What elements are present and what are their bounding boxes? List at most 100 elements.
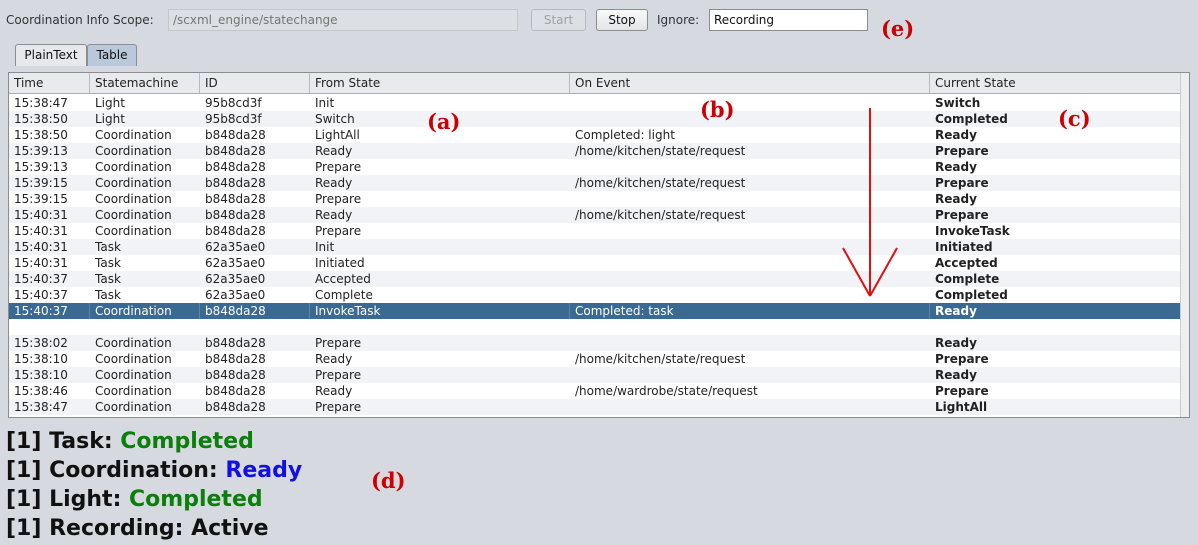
table-row[interactable]: 15:38:50 Light 95b8cd3f Switch Completed bbox=[9, 111, 1189, 127]
cell-time: 15:39:15 bbox=[14, 192, 68, 206]
status-line-task: [1] Task: Completed bbox=[6, 428, 254, 456]
cell-id: 62a35ae0 bbox=[205, 256, 266, 270]
ignore-input[interactable] bbox=[709, 9, 868, 31]
cell-time: 15:38:46 bbox=[14, 384, 68, 398]
table-row[interactable]: 15:38:47 Coordination b848da28 Prepare Light… bbox=[9, 399, 1189, 415]
cell-current-state: Completed bbox=[935, 288, 1008, 302]
table-row[interactable]: 15:40:37 Task 62a35ae0 Complete Completed bbox=[9, 287, 1189, 303]
annotation-c: (c) bbox=[1058, 106, 1091, 131]
cell-from-state: Complete bbox=[315, 288, 373, 302]
cell-statemachine: Task bbox=[95, 256, 121, 270]
table-row[interactable]: 15:40:31 Task 62a35ae0 Initiated Accepted bbox=[9, 255, 1189, 271]
stop-button[interactable]: Stop bbox=[596, 9, 648, 31]
annotation-e: (e) bbox=[881, 16, 915, 41]
cell-statemachine: Coordination bbox=[95, 128, 172, 142]
table-row[interactable]: 15:38:10 Coordination b848da28 Ready/home/k… bbox=[9, 351, 1189, 367]
status-prefix: [1] Task: bbox=[6, 429, 121, 454]
cell-id: 62a35ae0 bbox=[205, 272, 266, 286]
status-value: Completed bbox=[129, 487, 263, 512]
cell-from-state: Ready bbox=[315, 176, 353, 190]
cell-time: 15:40:37 bbox=[9, 303, 90, 319]
status-prefix: [1] Recording: bbox=[6, 516, 192, 541]
cell-time: 15:38:50 bbox=[14, 112, 68, 126]
cell-id: b848da28 bbox=[205, 160, 266, 174]
cell-time: 15:38:10 bbox=[14, 368, 68, 382]
column-header-id[interactable]: ID bbox=[200, 73, 310, 93]
cell-id: 95b8cd3f bbox=[205, 96, 262, 110]
status-value: Completed bbox=[120, 429, 254, 454]
cell-time: 15:38:10 bbox=[14, 352, 68, 366]
cell-time: 15:40:31 bbox=[14, 208, 68, 222]
cell-time: 15:40:37 bbox=[14, 288, 68, 302]
cell-from-state: Prepare bbox=[315, 368, 362, 382]
cell-id: b848da28 bbox=[205, 384, 266, 398]
cell-statemachine: Task bbox=[95, 240, 121, 254]
cell-statemachine: Coordination bbox=[95, 160, 172, 174]
table-row[interactable]: 15:39:13 Coordination b848da28 Ready/home/k… bbox=[9, 143, 1189, 159]
cell-current-state: Ready bbox=[935, 160, 977, 174]
status-prefix: [1] Light: bbox=[6, 487, 130, 512]
cell-current-state bbox=[930, 319, 1181, 335]
table-row[interactable]: 15:39:15 Coordination b848da28 Ready/home/k… bbox=[9, 175, 1189, 191]
table-row[interactable]: 15:40:37 Coordination b848da28 InvokeTask Co… bbox=[9, 303, 1189, 319]
status-line-coordination: [1] Coordination: Ready bbox=[6, 457, 302, 485]
cell-on-event bbox=[570, 399, 930, 415]
table-row[interactable]: 15:38:47 Light 95b8cd3f Init Switch bbox=[9, 95, 1189, 111]
cell-current-state: Prepare bbox=[935, 208, 989, 222]
table-row[interactable]: 15:38:10 Coordination b848da28 Prepare Ready bbox=[9, 367, 1189, 383]
column-header-time[interactable]: Time bbox=[9, 73, 90, 93]
table-row[interactable] bbox=[9, 319, 1189, 335]
table-row[interactable]: 15:40:31 Task 62a35ae0 Init Initiated bbox=[9, 239, 1189, 255]
cell-time: 15:40:31 bbox=[14, 240, 68, 254]
cell-on-event: Completed: task bbox=[570, 303, 930, 319]
cell-time: 15:39:15 bbox=[14, 176, 68, 190]
cell-current-state: Prepare bbox=[935, 384, 989, 398]
table-row[interactable]: 15:39:15 Coordination b848da28 Prepare Ready bbox=[9, 191, 1189, 207]
cell-id: 62a35ae0 bbox=[205, 240, 266, 254]
status-line-light: [1] Light: Completed bbox=[6, 486, 263, 514]
column-header-on-event[interactable]: On Event bbox=[570, 73, 930, 93]
cell-statemachine: Coordination bbox=[95, 336, 172, 350]
cell-current-state: Ready bbox=[935, 336, 977, 350]
table-row[interactable]: 15:40:31 Coordination b848da28 Prepare Invok… bbox=[9, 223, 1189, 239]
cell-from-state bbox=[310, 319, 570, 335]
cell-time: 15:39:13 bbox=[14, 144, 68, 158]
cell-current-state: Ready bbox=[935, 368, 977, 382]
table-row[interactable]: 15:38:50 Coordination b848da28 LightAll Comp… bbox=[9, 127, 1189, 143]
column-header-from-state[interactable]: From State bbox=[310, 73, 570, 93]
cell-statemachine: Coordination bbox=[95, 368, 172, 382]
cell-on-event bbox=[570, 335, 930, 351]
tab-plaintext[interactable]: PlainText bbox=[15, 44, 87, 66]
cell-id: b848da28 bbox=[205, 192, 266, 206]
cell-id: b848da28 bbox=[205, 208, 266, 222]
cell-from-state: Ready bbox=[315, 208, 353, 222]
cell-statemachine: Task bbox=[95, 272, 121, 286]
cell-from-state: Prepare bbox=[315, 160, 362, 174]
cell-time: 15:39:13 bbox=[14, 160, 68, 174]
table-row[interactable]: 15:40:37 Task 62a35ae0 Accepted Complete bbox=[9, 271, 1189, 287]
column-header-statemachine[interactable]: Statemachine bbox=[90, 73, 200, 93]
cell-from-state: Ready bbox=[315, 144, 353, 158]
cell-current-state: Prepare bbox=[935, 352, 989, 366]
vertical-scrollbar[interactable] bbox=[1180, 73, 1189, 417]
table-header: Time Statemachine ID From State On Event… bbox=[9, 73, 1189, 94]
table-row[interactable]: 15:38:46 Coordination b848da28 Ready/home/w… bbox=[9, 383, 1189, 399]
state-change-table: Time Statemachine ID From State On Event… bbox=[8, 72, 1190, 418]
cell-current-state: Ready bbox=[930, 303, 1181, 319]
cell-statemachine: Light bbox=[95, 112, 125, 126]
status-prefix: [1] Coordination: bbox=[6, 458, 226, 483]
cell-on-event bbox=[570, 319, 930, 335]
annotation-d: (d) bbox=[371, 468, 406, 493]
cell-from-state: Ready bbox=[315, 352, 353, 366]
table-row[interactable]: 15:38:02 Coordination b848da28 Prepare Ready bbox=[9, 335, 1189, 351]
cell-statemachine: Task bbox=[95, 288, 121, 302]
tab-table[interactable]: Table bbox=[87, 44, 137, 66]
column-header-current-state[interactable]: Current State bbox=[930, 73, 1181, 93]
cell-statemachine: Coordination bbox=[95, 192, 172, 206]
cell-time: 15:40:31 bbox=[14, 256, 68, 270]
table-row[interactable]: 15:39:13 Coordination b848da28 Prepare Ready bbox=[9, 159, 1189, 175]
cell-current-state: Initiated bbox=[935, 240, 993, 254]
cell-current-state: Accepted bbox=[935, 256, 998, 270]
table-row[interactable]: 15:40:31 Coordination b848da28 Ready/home/k… bbox=[9, 207, 1189, 223]
cell-statemachine: Coordination bbox=[90, 303, 200, 319]
